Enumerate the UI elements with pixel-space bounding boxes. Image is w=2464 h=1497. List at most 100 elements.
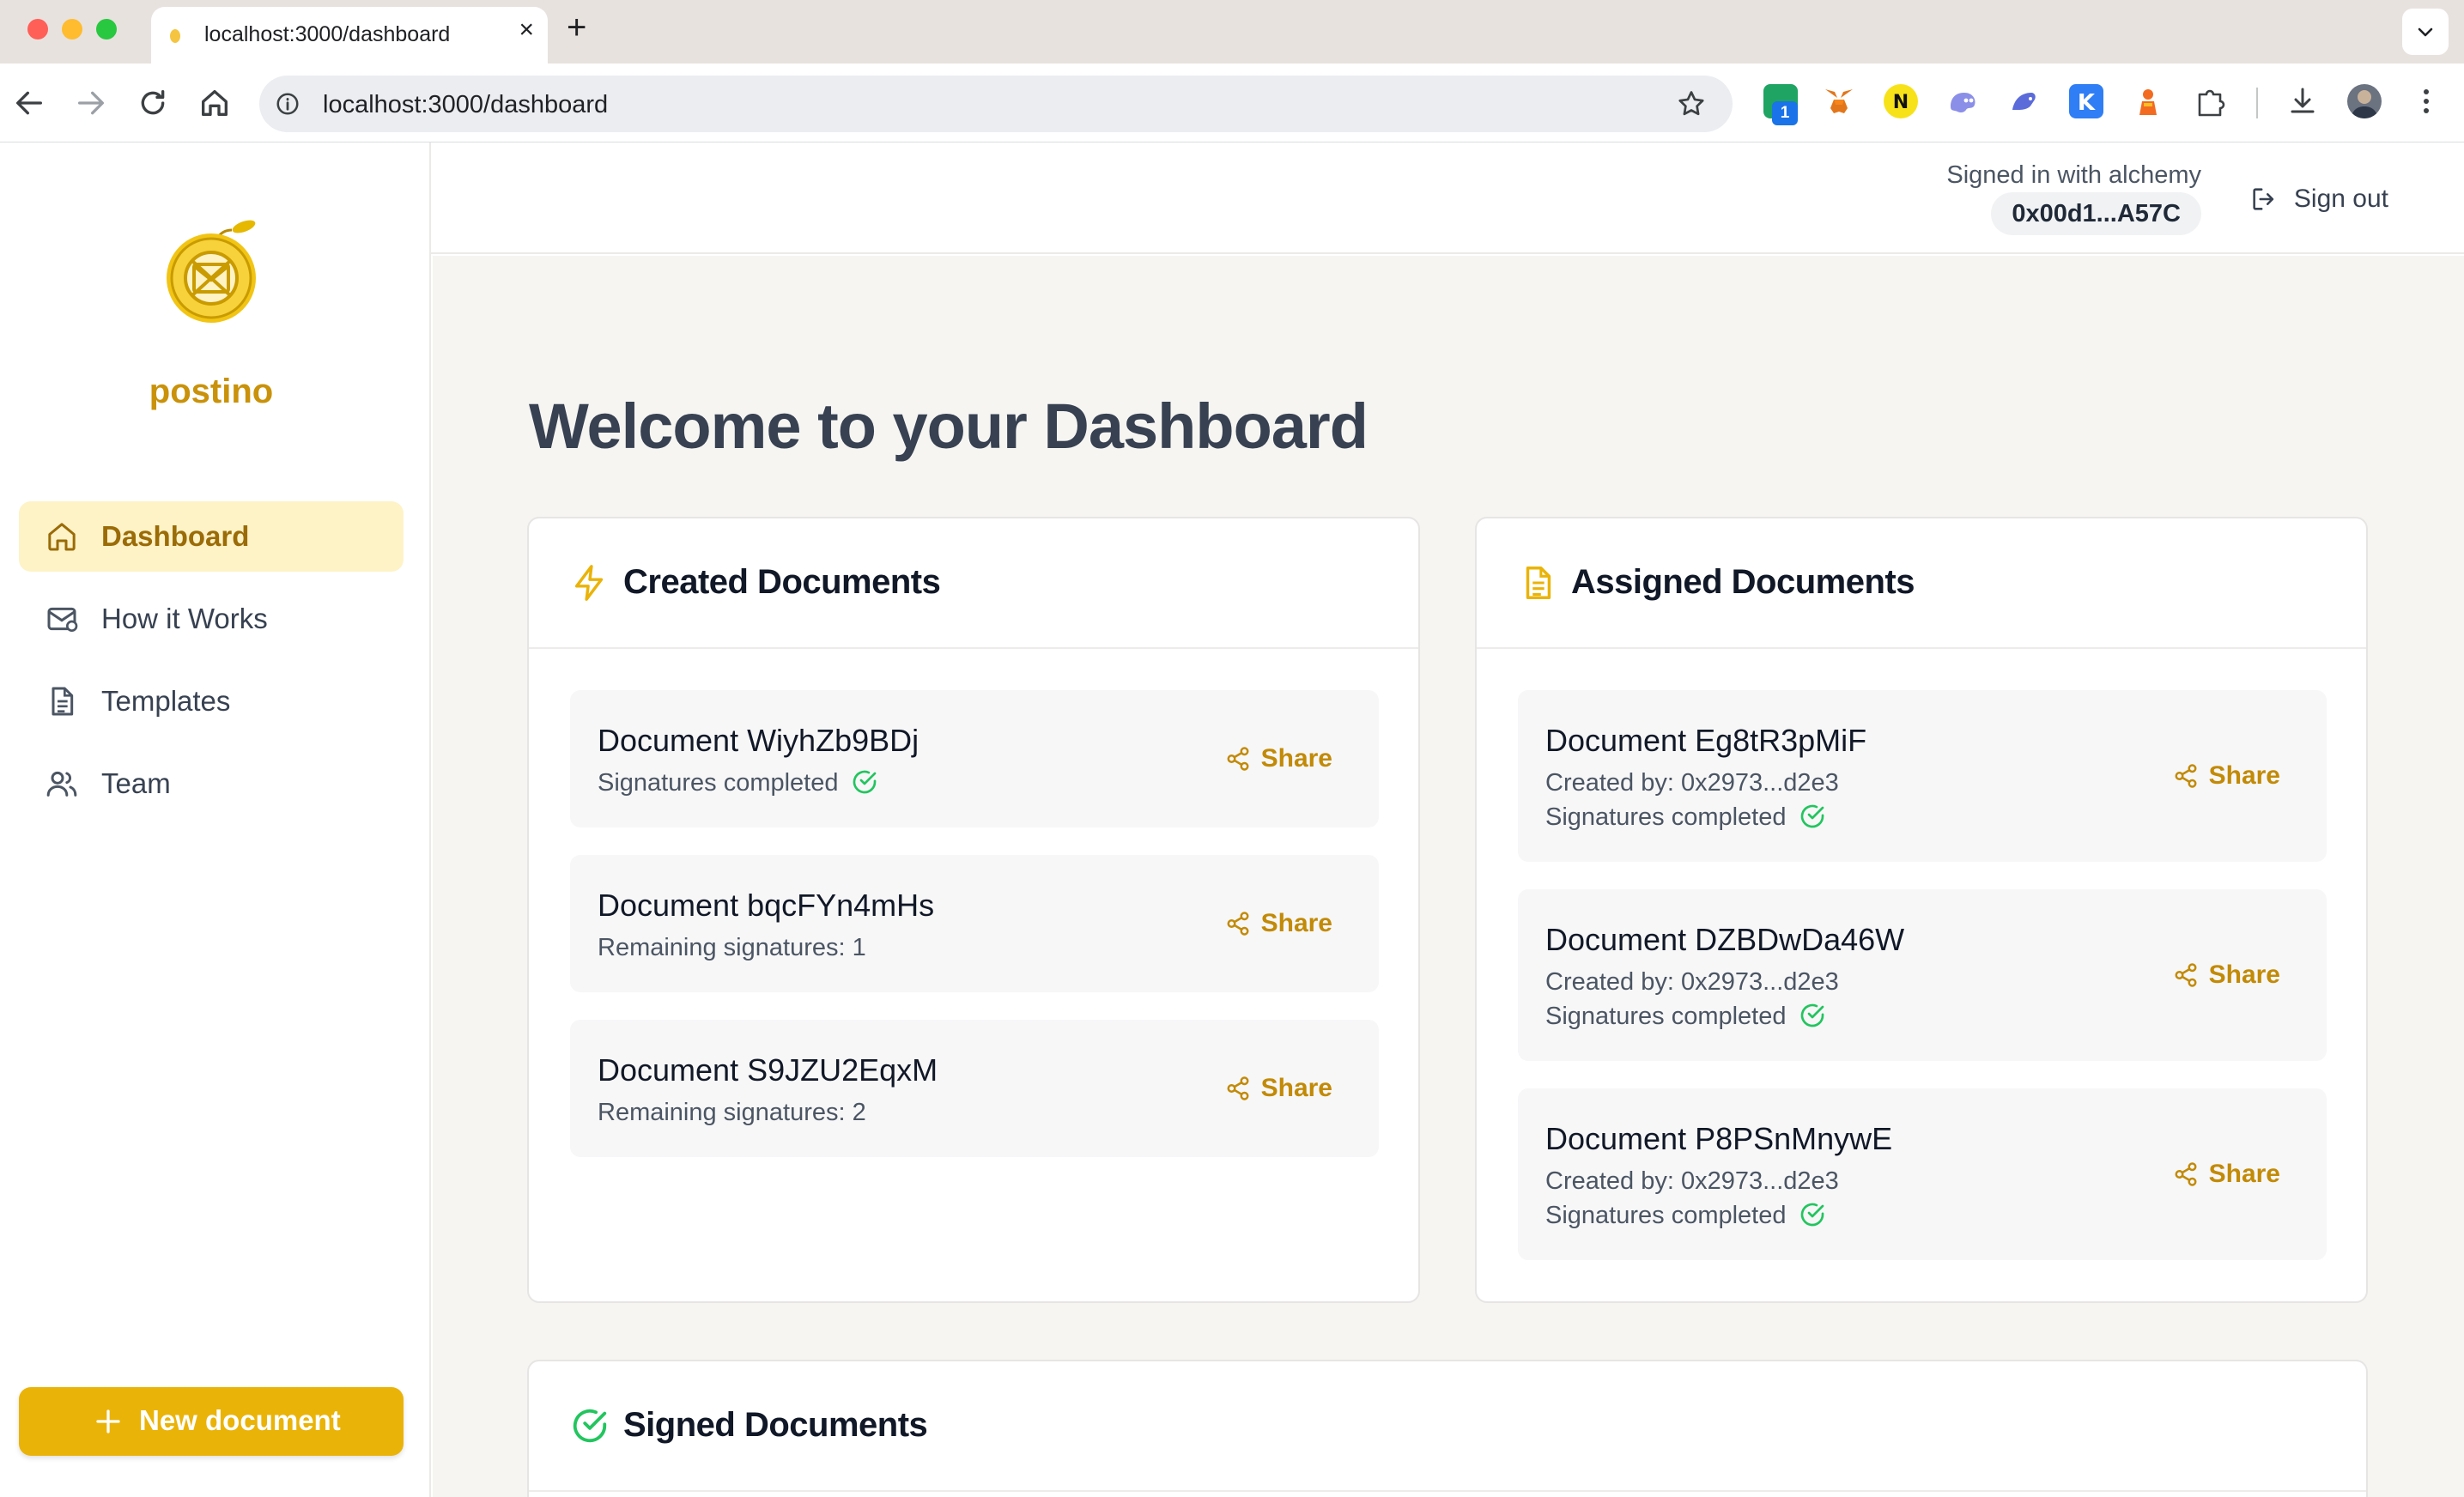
card-header: Created Documents — [529, 518, 1418, 649]
main-content: Welcome to your Dashboard Created Docume… — [433, 256, 2464, 1497]
share-button[interactable]: Share — [1225, 742, 1332, 776]
extension-ghost-icon[interactable] — [1945, 84, 1980, 118]
document-name[interactable]: Document bqcFYn4mHs — [598, 888, 934, 924]
share-icon — [1227, 747, 1249, 771]
share-button[interactable]: Share — [2173, 759, 2280, 793]
share-button[interactable]: Share — [1225, 1071, 1332, 1106]
sign-out-label: Sign out — [2293, 185, 2388, 213]
document-status: Signatures completed — [1545, 1202, 1826, 1230]
browser-tab[interactable]: localhost:3000/dashboard × — [151, 7, 548, 64]
toolbar-divider — [2256, 88, 2258, 118]
sidebar-item-label: Team — [101, 767, 171, 799]
address-bar[interactable]: localhost:3000/dashboard — [259, 76, 1733, 132]
reload-icon[interactable] — [136, 86, 170, 120]
extension-k-icon[interactable]: K — [2069, 84, 2103, 118]
window-zoom-button[interactable] — [96, 19, 117, 39]
share-label: Share — [2208, 1160, 2280, 1188]
share-icon — [2175, 764, 2197, 788]
share-button[interactable]: Share — [2173, 1157, 2280, 1191]
document-name[interactable]: Document P8PSnMnywE — [1545, 1121, 1892, 1157]
brand-name[interactable]: postino — [0, 373, 422, 411]
extension-bird-icon[interactable] — [2007, 84, 2042, 118]
extension-metamask-icon[interactable] — [1822, 84, 1856, 118]
sidebar-item-dashboard[interactable]: Dashboard — [19, 501, 404, 572]
share-icon — [2175, 1162, 2197, 1186]
window-minimize-button[interactable] — [62, 19, 82, 39]
lightning-icon — [574, 565, 604, 601]
document-name[interactable]: Document DZBDwDa46W — [1545, 922, 1904, 958]
document-creator: Created by: 0x2973...d2e3 — [1545, 968, 1839, 996]
sidebar-item-label: Dashboard — [101, 520, 250, 552]
document-status: Signatures completed — [1545, 803, 1826, 832]
document-icon — [52, 687, 74, 716]
share-label: Share — [1260, 744, 1332, 773]
document-status-text: Signatures completed — [1545, 803, 1787, 831]
list-item[interactable]: Document DZBDwDa46W Created by: 0x2973..… — [1518, 889, 2327, 1061]
share-icon — [1227, 912, 1249, 936]
browser-menu-icon[interactable] — [2409, 84, 2443, 118]
new-document-button[interactable]: New document — [19, 1387, 404, 1456]
list-item[interactable]: Document Eg8tR3pMiF Created by: 0x2973..… — [1518, 690, 2327, 862]
plus-icon — [96, 1409, 120, 1433]
share-icon — [2175, 963, 2197, 987]
back-icon[interactable] — [12, 86, 46, 120]
list-item[interactable]: Document P8PSnMnywE Created by: 0x2973..… — [1518, 1088, 2327, 1260]
check-circle-icon — [1800, 1203, 1824, 1227]
tab-search-button[interactable] — [2402, 9, 2449, 55]
window-close-button[interactable] — [27, 19, 48, 39]
extension-coin-icon[interactable]: N — [1884, 84, 1918, 118]
bookmark-star-icon[interactable] — [1676, 88, 1707, 119]
sign-out-icon — [2253, 188, 2274, 210]
sign-out-button[interactable]: Sign out — [2249, 180, 2388, 218]
sidebar-item-templates[interactable]: Templates — [19, 666, 404, 736]
list-item[interactable]: Document WiyhZb9BDj Signatures completed… — [570, 690, 1379, 827]
check-circle-icon — [853, 771, 876, 794]
sidebar: postino Dashboard How it Works Templates… — [0, 142, 431, 1497]
page-title: Welcome to your Dashboard — [529, 391, 1369, 462]
document-name[interactable]: Document S9JZU2EqxM — [598, 1052, 938, 1088]
card-title: Created Documents — [623, 563, 941, 601]
document-status: Remaining signatures: 1 — [598, 934, 866, 961]
share-label: Share — [1260, 1074, 1332, 1102]
share-button[interactable]: Share — [2173, 958, 2280, 992]
extension-fox-icon[interactable] — [2131, 84, 2165, 118]
mail-icon — [47, 607, 78, 633]
download-icon[interactable] — [2285, 84, 2320, 118]
share-button[interactable]: Share — [1225, 906, 1332, 941]
postino-logo[interactable] — [163, 218, 263, 330]
created-documents-card: Created Documents Document WiyhZb9BDj Si… — [527, 517, 1420, 1303]
list-item[interactable]: Document bqcFYn4mHs Remaining signatures… — [570, 855, 1379, 992]
forward-icon[interactable] — [74, 86, 108, 120]
card-title: Signed Documents — [623, 1406, 928, 1444]
document-icon — [1526, 567, 1551, 599]
sidebar-item-how-it-works[interactable]: How it Works — [19, 584, 404, 654]
extensions-puzzle-icon[interactable] — [2193, 84, 2227, 118]
profile-avatar[interactable] — [2347, 84, 2382, 118]
document-status: Signatures completed — [598, 769, 878, 797]
wallet-address-badge[interactable]: 0x00d1...A57C — [1991, 192, 2201, 235]
home-browser-icon[interactable] — [197, 86, 232, 120]
share-label: Share — [1260, 909, 1332, 937]
document-creator: Created by: 0x2973...d2e3 — [1545, 1167, 1839, 1195]
signed-in-text: Signed in with alchemy — [1946, 161, 2201, 189]
document-name[interactable]: Document WiyhZb9BDj — [598, 723, 919, 759]
favicon-icon — [170, 29, 180, 43]
check-circle-icon — [1800, 1004, 1824, 1027]
new-tab-icon[interactable]: + — [567, 10, 586, 45]
document-name[interactable]: Document Eg8tR3pMiF — [1545, 723, 1866, 759]
sidebar-item-label: Templates — [101, 685, 231, 717]
browser-toolbar: localhost:3000/dashboard 1 N K — [0, 64, 2464, 142]
svg-text:K: K — [2078, 90, 2096, 116]
sidebar-item-team[interactable]: Team — [19, 748, 404, 819]
chevron-down-icon — [2418, 27, 2433, 37]
list-item[interactable]: Document S9JZU2EqxM Remaining signatures… — [570, 1020, 1379, 1157]
share-label: Share — [2208, 761, 2280, 790]
card-header: Assigned Documents — [1477, 518, 2366, 649]
tab-close-icon[interactable]: × — [519, 17, 534, 43]
document-status-text: Signatures completed — [1545, 1202, 1787, 1229]
site-info-icon[interactable] — [275, 91, 300, 117]
card-header: Signed Documents — [529, 1361, 2366, 1492]
url-text[interactable]: localhost:3000/dashboard — [323, 91, 608, 119]
share-icon — [1227, 1076, 1249, 1100]
tab-title: localhost:3000/dashboard — [204, 22, 451, 46]
